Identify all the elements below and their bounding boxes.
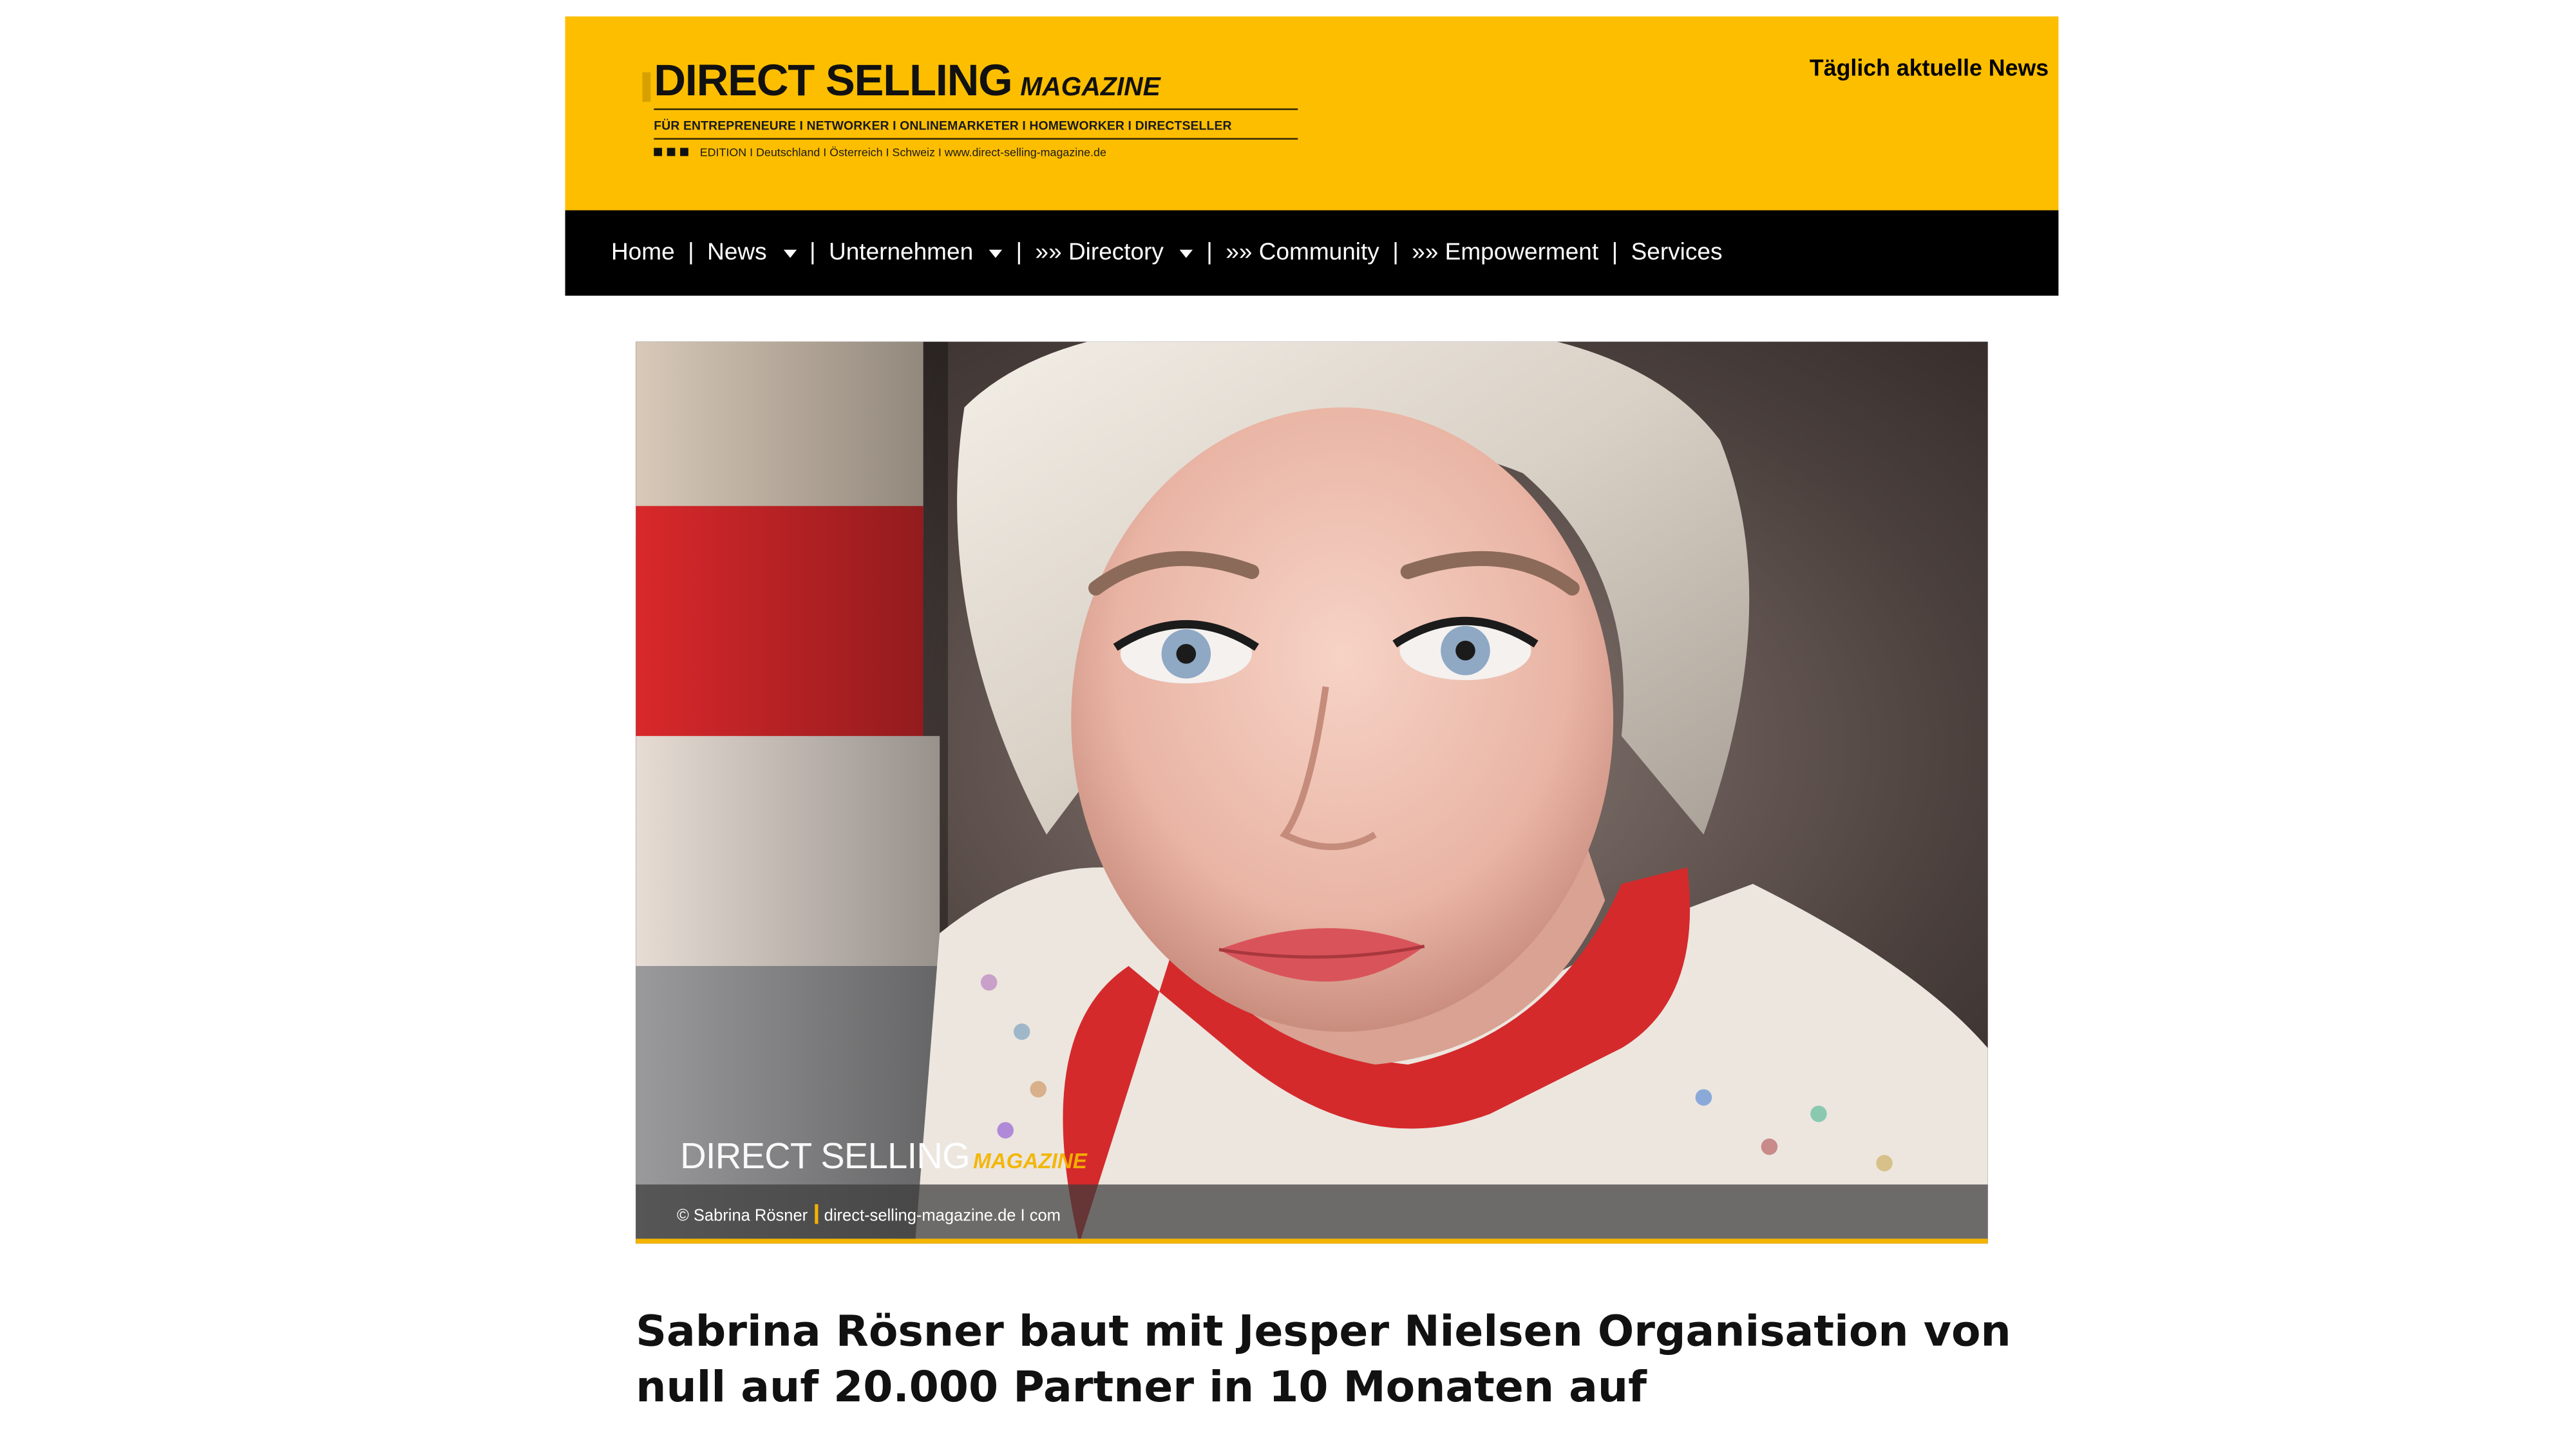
logo-edge-mark [642,72,651,102]
portrait-photo [636,341,1988,1244]
nav-separator: | [1392,240,1399,267]
nav-list: Home | News | Unternehmen | »» Directory… [611,211,1723,296]
chevron-down-icon [1180,249,1193,258]
nav-separator: | [1206,240,1213,267]
nav-item-empowerment[interactable]: »» Empowerment [1412,240,1598,266]
chevron-down-icon [783,249,797,258]
logo-title: DIRECT SELLING MAGAZINE [654,56,1160,107]
credit-divider [814,1204,818,1224]
nav-separator: | [688,240,694,267]
photo-credit: © Sabrina Rösner direct-selling-magazine.… [677,1204,1061,1226]
nav-item-home[interactable]: Home [611,240,675,266]
nav-item-label: Unternehmen [829,240,974,267]
logo-title-sub: MAGAZINE [1020,73,1160,102]
nav-separator: | [809,240,816,267]
article-hero-image[interactable]: DIRECT SELLING MAGAZINE © Sabrina Rösner d… [636,341,1988,1244]
logo-tagline: FÜR ENTREPRENEURE I NETWORKER I ONLINEMA… [654,118,1232,133]
nav-item-news[interactable]: News [707,240,797,267]
square-bullet-icon [654,147,663,156]
hero-caption-bar: © Sabrina Rösner direct-selling-magazine.… [636,1184,1988,1239]
site-header: DIRECT SELLING MAGAZINE FÜR ENTREPRENEURE… [565,16,2059,211]
nav-item-label: Home [611,240,675,267]
nav-separator: | [1016,240,1023,267]
chevron-down-icon [989,249,1003,258]
nav-item-label: »» Community [1226,240,1379,267]
nav-item-label: »» Directory [1035,240,1164,267]
page: DIRECT SELLING MAGAZINE FÜR ENTREPRENEURE… [0,0,2576,1449]
nav-item-label: Services [1631,240,1723,267]
logo-edition: EDITION I Deutschland I Österreich I Sch… [654,147,1106,160]
nav-item-unternehmen[interactable]: Unternehmen [829,240,1003,266]
hero-watermark-subtitle: MAGAZINE [973,1148,1087,1173]
nav-item-community[interactable]: »» Community [1226,240,1379,266]
photo-credit-name: © Sabrina Rösner [677,1207,808,1226]
article-headline[interactable]: Sabrina Rösner baut mit Jesper Nielsen O… [636,1304,2049,1416]
logo-edition-text: EDITION I Deutschland I Österreich I Sch… [699,147,1106,160]
nav-item-label: »» Empowerment [1412,240,1599,267]
main-navigation: Home | News | Unternehmen | »» Directory… [565,210,2059,296]
nav-item-services[interactable]: Services [1631,240,1723,266]
logo-divider [654,108,1298,110]
square-bullet-icon [680,147,688,156]
nav-item-directory[interactable]: »» Directory [1036,240,1193,266]
daily-news-link[interactable]: Täglich aktuelle News [1810,54,2049,80]
magazine-logo[interactable]: DIRECT SELLING MAGAZINE FÜR ENTREPRENEURE… [642,56,1299,171]
hero-accent-border [636,1238,1988,1244]
photo-credit-site: direct-selling-magazine.de I com [824,1207,1061,1226]
hero-watermark-title: DIRECT SELLING [680,1135,971,1177]
square-bullet-icon [667,147,676,156]
nav-item-label: News [707,240,767,267]
hero-watermark-logo: DIRECT SELLING MAGAZINE [680,1135,1087,1178]
nav-separator: | [1611,240,1618,267]
logo-title-main: DIRECT SELLING [654,55,1012,106]
logo-divider-2 [654,138,1298,140]
